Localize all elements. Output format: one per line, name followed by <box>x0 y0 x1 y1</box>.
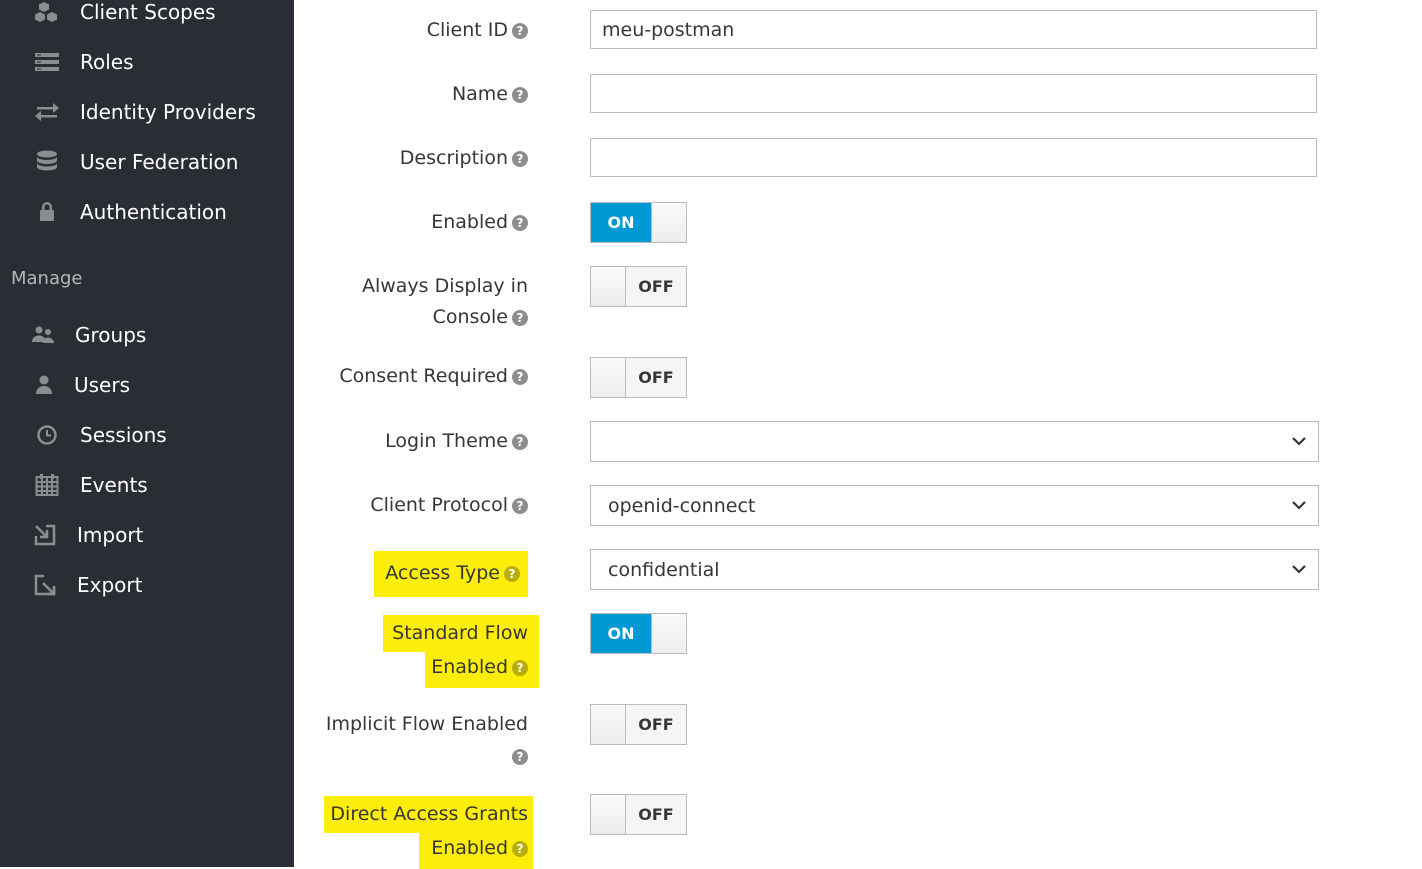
nav-item-label: Users <box>74 373 131 397</box>
nav-item-authentication[interactable]: Authentication <box>0 192 294 232</box>
select-value: confidential <box>608 558 720 581</box>
enabled-label: Enabled? <box>431 207 528 238</box>
nav-item-groups[interactable]: Groups <box>0 315 294 355</box>
exchange-icon <box>34 99 60 125</box>
nav-item-label: Client Scopes <box>80 0 216 24</box>
toggle-knob <box>591 795 626 834</box>
users-icon <box>31 322 57 348</box>
user-icon <box>31 372 57 398</box>
description-input[interactable] <box>590 138 1317 177</box>
client-protocol-select[interactable]: openid-connect <box>590 485 1319 526</box>
help-icon[interactable]: ? <box>512 369 528 385</box>
description-label: Description? <box>400 143 528 174</box>
implicit-flow-label: Implicit Flow Enabled ? <box>325 713 528 765</box>
nav-item-label: Roles <box>80 50 134 74</box>
nav-item-roles[interactable]: Roles <box>0 42 294 82</box>
consent-required-label: Consent Required? <box>339 361 528 392</box>
lock-icon <box>34 199 60 225</box>
chevron-down-icon <box>1292 565 1306 574</box>
toggle-knob <box>651 614 686 653</box>
select-value: openid-connect <box>608 494 756 517</box>
toggle-knob <box>651 203 686 242</box>
roles-icon <box>34 49 60 75</box>
login-theme-label: Login Theme? <box>385 426 528 457</box>
standard-flow-label: Standard Flow Enabled? <box>383 615 539 688</box>
help-icon[interactable]: ? <box>512 23 528 39</box>
nav-item-export[interactable]: Export <box>0 565 294 605</box>
help-icon[interactable]: ? <box>512 660 528 676</box>
toggle-state: ON <box>591 614 651 653</box>
nav-item-client-scopes[interactable]: Client Scopes <box>0 0 294 32</box>
login-theme-select[interactable] <box>590 421 1319 462</box>
client-id-input[interactable] <box>590 10 1317 49</box>
sidebar: Client Scopes Roles Identity Providers U… <box>0 0 294 867</box>
cubes-icon <box>35 0 61 25</box>
clock-icon <box>34 422 60 448</box>
nav-item-label: User Federation <box>80 150 239 174</box>
toggle-knob <box>591 358 626 397</box>
calendar-icon <box>34 472 60 498</box>
nav-item-sessions[interactable]: Sessions <box>0 415 294 455</box>
chevron-down-icon <box>1292 501 1306 510</box>
name-input[interactable] <box>590 74 1317 113</box>
always-display-label: Always Display in Console? <box>361 275 528 328</box>
help-icon[interactable]: ? <box>512 87 528 103</box>
toggle-state: OFF <box>626 267 686 306</box>
always-display-toggle[interactable]: OFF <box>590 266 687 307</box>
toggle-state: OFF <box>626 795 686 834</box>
database-icon <box>34 149 60 175</box>
access-type-label: Access Type? <box>374 551 528 597</box>
help-icon[interactable]: ? <box>512 151 528 167</box>
enabled-toggle[interactable]: ON <box>590 202 687 243</box>
toggle-knob <box>591 267 626 306</box>
nav-item-events[interactable]: Events <box>0 465 294 505</box>
help-icon[interactable]: ? <box>512 310 528 326</box>
direct-access-toggle[interactable]: OFF <box>590 794 687 835</box>
help-icon[interactable]: ? <box>512 841 528 857</box>
nav-item-identity-providers[interactable]: Identity Providers <box>0 92 294 132</box>
nav-item-label: Groups <box>75 323 147 347</box>
direct-access-label: Direct Access Grants Enabled? <box>324 796 533 869</box>
nav-item-label: Identity Providers <box>80 100 256 124</box>
toggle-knob <box>591 705 626 744</box>
chevron-down-icon <box>1292 437 1306 446</box>
help-icon[interactable]: ? <box>512 749 528 765</box>
help-icon[interactable]: ? <box>512 215 528 231</box>
nav-item-label: Import <box>77 523 144 547</box>
section-title-manage: Manage <box>11 268 83 289</box>
nav-item-label: Events <box>80 473 148 497</box>
standard-flow-toggle[interactable]: ON <box>590 613 687 654</box>
toggle-state: ON <box>591 203 651 242</box>
nav-item-users[interactable]: Users <box>0 365 294 405</box>
nav-item-label: Authentication <box>80 200 227 224</box>
client-protocol-label: Client Protocol? <box>370 490 528 521</box>
implicit-flow-toggle[interactable]: OFF <box>590 704 687 745</box>
name-label: Name? <box>452 79 528 110</box>
client-id-label: Client ID? <box>427 15 528 46</box>
nav-item-label: Export <box>77 573 143 597</box>
consent-required-toggle[interactable]: OFF <box>590 357 687 398</box>
help-icon[interactable]: ? <box>504 566 520 582</box>
nav-item-import[interactable]: Import <box>0 515 294 555</box>
toggle-state: OFF <box>626 358 686 397</box>
toggle-state: OFF <box>626 705 686 744</box>
access-type-select[interactable]: confidential <box>590 549 1319 590</box>
help-icon[interactable]: ? <box>512 434 528 450</box>
export-icon <box>32 572 58 598</box>
nav-item-label: Sessions <box>80 423 167 447</box>
import-icon <box>32 522 58 548</box>
nav-item-user-federation[interactable]: User Federation <box>0 142 294 182</box>
help-icon[interactable]: ? <box>512 498 528 514</box>
